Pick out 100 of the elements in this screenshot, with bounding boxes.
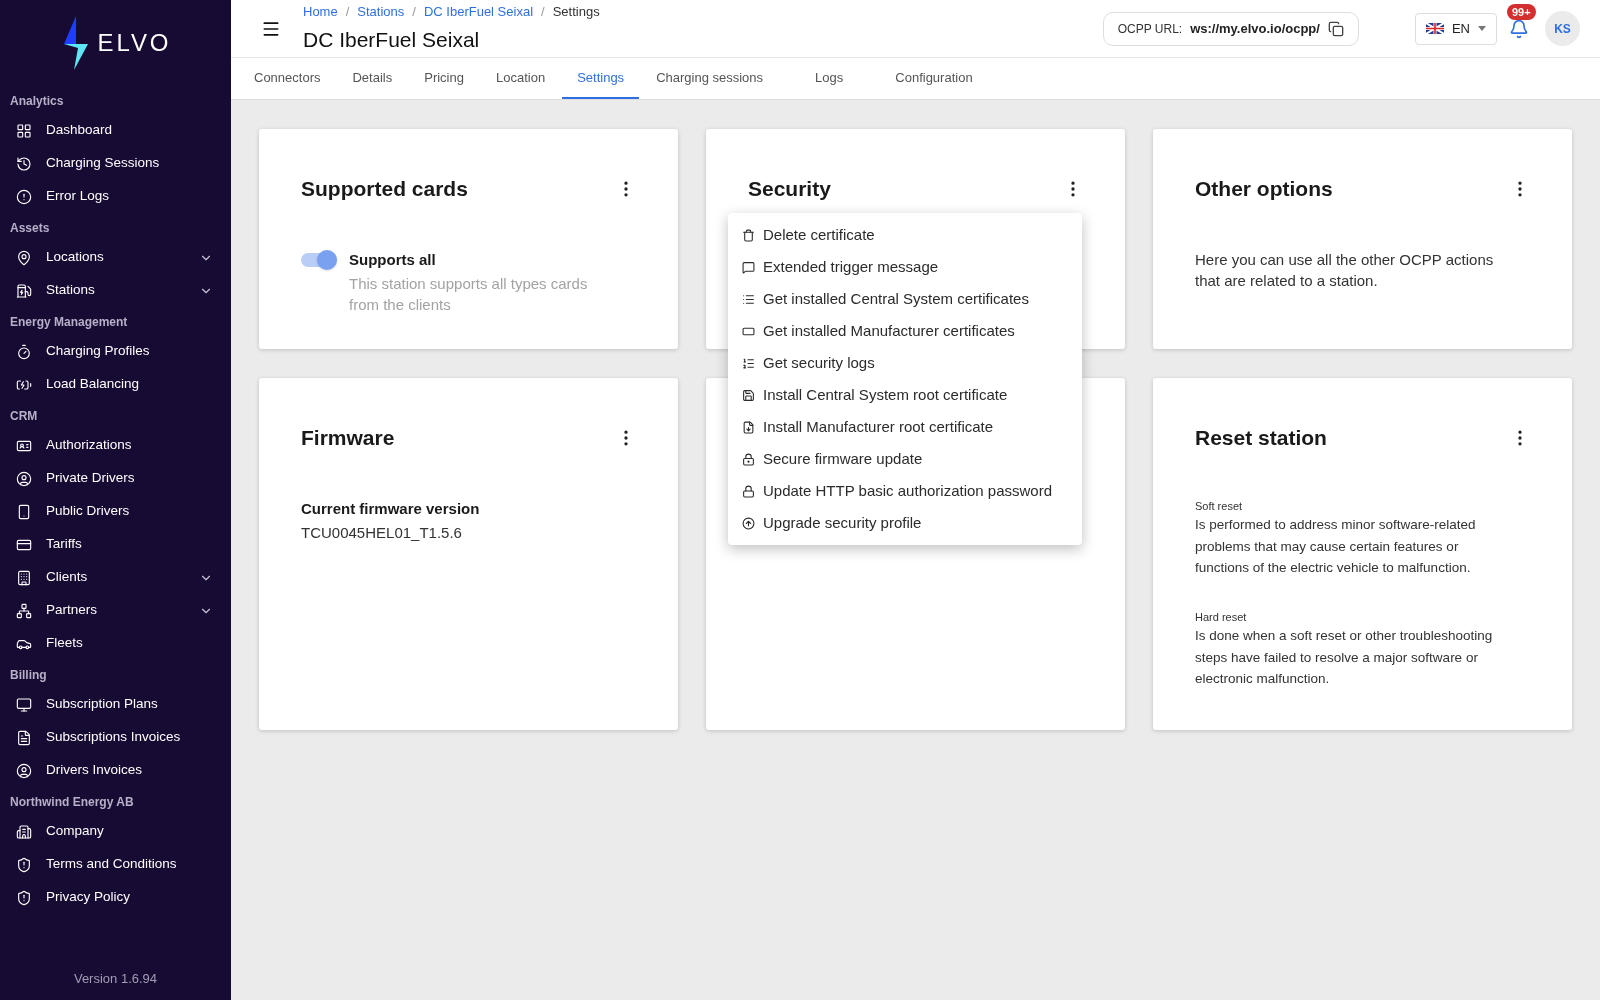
sidebar-item[interactable]: Tariffs: [0, 528, 231, 561]
caret-icon: [1478, 26, 1486, 31]
menu-item-icon: [742, 356, 755, 370]
sidebar-item[interactable]: Terms and Conditions: [0, 848, 231, 881]
sidebar-item[interactable]: Company: [0, 815, 231, 848]
reset-description: Is performed to address minor software-related problems that may cause certain features or functions of the electric vehicle to malfunction.: [1195, 516, 1477, 577]
menu-item[interactable]: Delete certificate: [728, 219, 1082, 251]
sidebar-section-title: Energy Management: [9, 314, 129, 331]
sidebar-item[interactable]: Privacy Policy: [0, 881, 231, 914]
notification-count: 99+: [1507, 3, 1536, 20]
sidebar-item[interactable]: Charging Sessions: [0, 147, 231, 180]
tab[interactable]: Logs: [800, 58, 859, 99]
breadcrumb-link[interactable]: DC IberFuel Seixal: [423, 2, 534, 22]
tab[interactable]: Settings: [562, 58, 640, 99]
sidebar-item[interactable]: Subscriptions Invoices: [0, 721, 231, 754]
sidebar-item[interactable]: Subscription Plans: [0, 688, 231, 721]
reset-description: Is done when a soft reset or other troubleshooting steps have failed to resolve a major software or electronic malfunction.: [1195, 627, 1494, 688]
sidebar-section-title: Analytics: [9, 93, 65, 110]
ocpp-url-field: OCPP URL: ws://my.elvo.io/ocpp/: [1102, 11, 1359, 46]
firmware-version: TCU0045HEL01_T1.5.6: [301, 523, 463, 543]
sidebar-item[interactable]: Partners: [0, 594, 231, 627]
sidebar-item-icon: [16, 343, 32, 360]
menu-item[interactable]: Install Central System root certificate: [728, 379, 1082, 411]
sidebar-item-icon: [16, 155, 32, 172]
sidebar-item-icon: [16, 889, 32, 906]
ocpp-url-value: ws://my.elvo.io/ocpp/: [1190, 19, 1320, 38]
sidebar-item[interactable]: Authorizations: [0, 429, 231, 462]
page-title: DC IberFuel Seixal: [303, 26, 481, 53]
sidebar-section-title: CRM: [9, 408, 39, 425]
card-title: Firmware: [301, 425, 395, 451]
sidebar-item-icon: [16, 569, 32, 586]
breadcrumb-link[interactable]: Stations: [357, 2, 405, 22]
sidebar-item-icon: [16, 122, 32, 139]
card-title: Security: [748, 176, 831, 202]
tab[interactable]: Pricing: [409, 58, 479, 99]
breadcrumb-current: Settings: [552, 3, 600, 21]
sidebar-item[interactable]: Fleets: [0, 627, 231, 660]
sidebar-item-icon: [16, 823, 32, 840]
menu-item[interactable]: Get installed Manufacturer certificates: [728, 315, 1082, 347]
breadcrumb-separator: /: [412, 3, 416, 21]
notification-bell-icon[interactable]: [1509, 18, 1529, 39]
sidebar-item[interactable]: Load Balancing: [0, 368, 231, 401]
sidebar-item[interactable]: Error Logs: [0, 180, 231, 213]
sidebar-item[interactable]: Clients: [0, 561, 231, 594]
menu-item-icon: [742, 388, 755, 402]
tab[interactable]: Connectors: [239, 58, 336, 99]
sidebar-item-icon: [16, 856, 32, 873]
tab[interactable]: Details: [337, 58, 408, 99]
user-avatar[interactable]: KS: [1545, 11, 1580, 46]
menu-item[interactable]: Get security logs: [728, 347, 1082, 379]
sidebar-section-title: Northwind Energy AB: [9, 794, 135, 811]
sidebar-item[interactable]: Public Drivers: [0, 495, 231, 528]
sidebar-item[interactable]: Dashboard: [0, 114, 231, 147]
card-title: Other options: [1195, 176, 1333, 202]
sidebar-item[interactable]: Private Drivers: [0, 462, 231, 495]
sidebar-item[interactable]: Drivers Invoices: [0, 754, 231, 787]
breadcrumb-separator: /: [541, 3, 545, 21]
logo-text: ELVO: [97, 28, 172, 58]
sidebar-item[interactable]: Stations: [0, 274, 231, 307]
sidebar-item-icon: [16, 729, 32, 746]
tab[interactable]: Location: [481, 58, 561, 99]
sidebar-item-icon: [16, 188, 32, 205]
sidebar-item[interactable]: Locations: [0, 241, 231, 274]
menu-item-icon: [742, 260, 755, 274]
card-title: Reset station: [1195, 425, 1327, 451]
reset-type-label: Hard reset: [1195, 609, 1248, 625]
card-description: Here you can use all the other OCPP actions that are related to a station.: [1195, 249, 1495, 291]
reset-type-label: Soft reset: [1195, 498, 1244, 514]
sidebar-item-icon: [16, 282, 32, 299]
menu-item[interactable]: Get installed Central System certificates: [728, 283, 1082, 315]
menu-item-icon: [742, 452, 755, 466]
menu-item-icon: [742, 516, 755, 530]
tab[interactable]: Charging sessions: [641, 58, 779, 99]
sidebar-item-icon: [16, 503, 32, 520]
sidebar-section-title: Assets: [9, 220, 51, 237]
flag-icon: [1425, 23, 1444, 34]
toggle-switch[interactable]: [301, 252, 335, 267]
menu-item-icon: [742, 292, 755, 306]
sidebar-item-icon: [16, 696, 32, 713]
sidebar-item-icon: [16, 470, 32, 487]
menu-item[interactable]: Secure firmware update: [728, 443, 1082, 475]
menu-item-icon: [742, 228, 755, 242]
breadcrumb-link[interactable]: Home: [303, 2, 338, 22]
menu-item[interactable]: Upgrade security profile: [728, 507, 1082, 539]
breadcrumb-separator: /: [345, 3, 350, 21]
card-title: Supported cards: [301, 176, 468, 202]
menu-item[interactable]: Update HTTP basic authorization password: [728, 475, 1082, 507]
menu-item[interactable]: Extended trigger message: [728, 251, 1082, 283]
toggle-description: This station supports all types cards from the clients: [349, 274, 589, 315]
language-select[interactable]: EN: [1414, 12, 1497, 45]
sidebar-item-icon: [16, 249, 32, 266]
tab[interactable]: Configuration: [880, 58, 988, 99]
toggle-label: Supports all: [349, 249, 437, 270]
sidebar-item-icon: [16, 602, 32, 619]
sidebar-item-icon: [16, 762, 32, 779]
version-label: Version 1.6.94: [72, 969, 159, 988]
sidebar-item[interactable]: Charging Profiles: [0, 335, 231, 368]
copy-icon[interactable]: [1327, 20, 1344, 37]
sidebar-section-title: Billing: [9, 667, 48, 684]
menu-item[interactable]: Install Manufacturer root certificate: [728, 411, 1082, 443]
